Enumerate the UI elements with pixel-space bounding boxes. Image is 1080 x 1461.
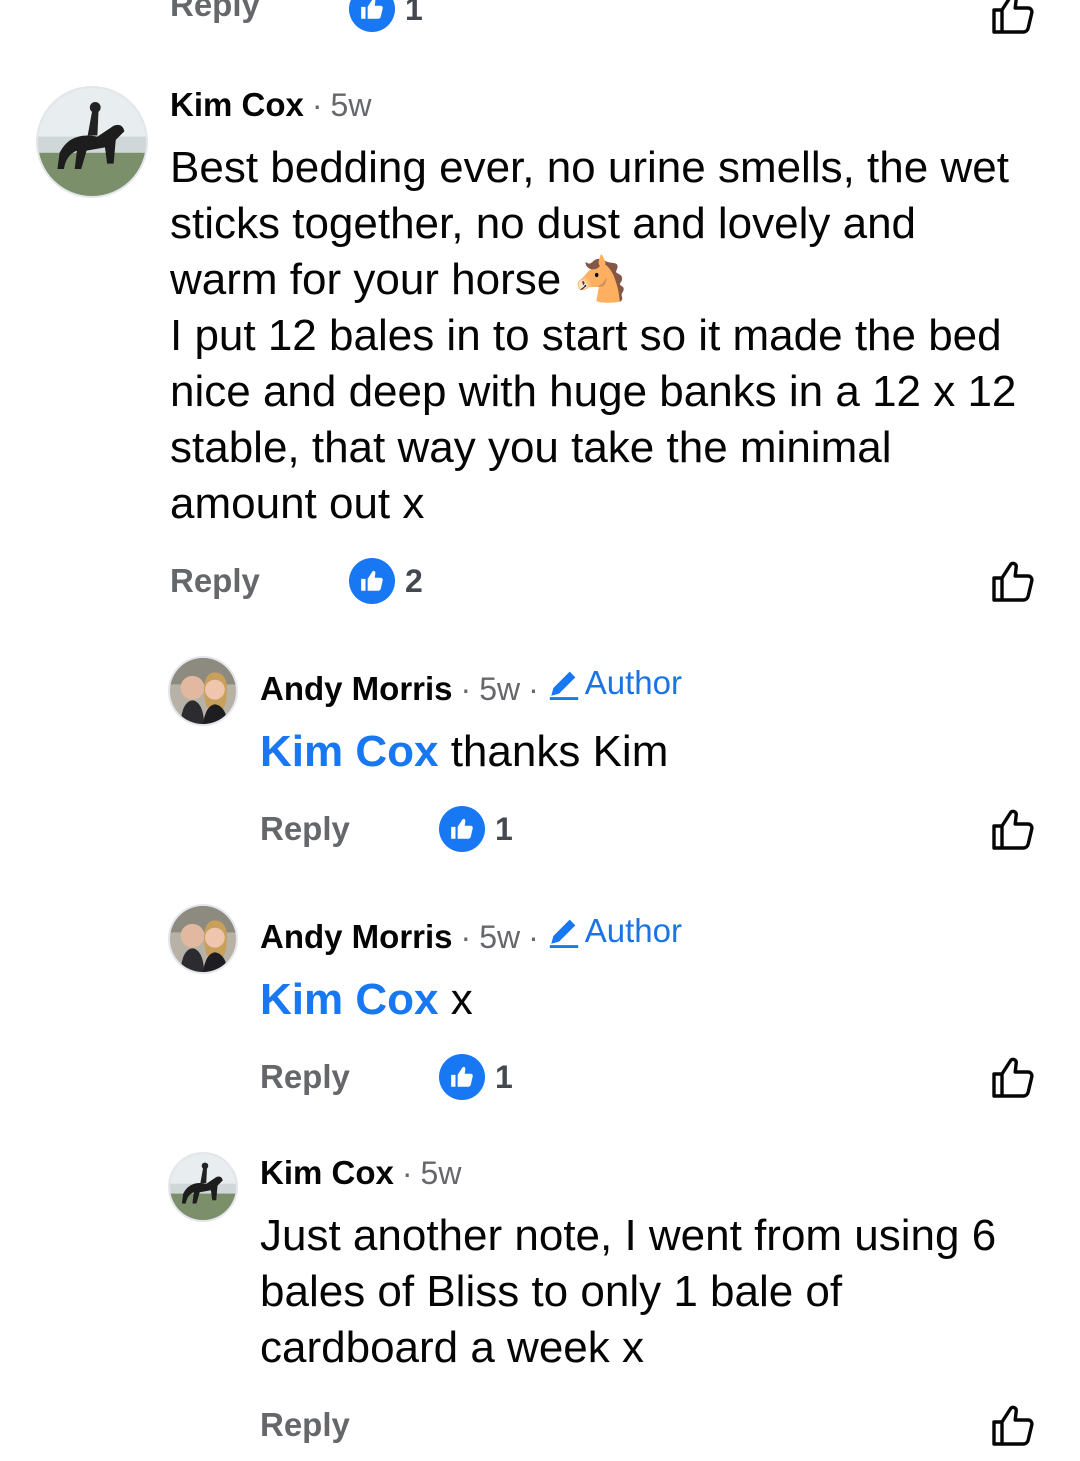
like-reaction-icon (439, 1054, 485, 1100)
separator: · (401, 1155, 413, 1191)
mention-link[interactable]: Kim Cox (260, 975, 438, 1024)
mention-link[interactable]: Kim Cox (260, 727, 438, 776)
comment-line: amount out x (170, 479, 425, 528)
thumbs-up-outline-icon[interactable] (988, 1402, 1036, 1450)
reaction-count: 1 (405, 0, 423, 27)
like-reaction-icon (349, 0, 395, 32)
comment-body: Kim Cox thanks Kim (260, 724, 1040, 780)
comment-header: Andy Morris · 5w · Author (260, 912, 682, 956)
reply-button[interactable]: Reply (260, 810, 350, 848)
separator: · (528, 919, 539, 955)
author-badge: Author (547, 912, 682, 950)
comment-line: I put 12 bales in to start so it made th… (170, 311, 1002, 360)
reply-button[interactable]: Reply (170, 562, 260, 600)
author-badge: Author (547, 664, 682, 702)
comment-text: x (438, 975, 473, 1024)
comment-time[interactable]: 5w (479, 671, 520, 708)
like-reaction-icon (349, 558, 395, 604)
comment-line: Best bedding ever, no urine smells, the … (170, 143, 1009, 192)
avatar[interactable] (168, 904, 238, 974)
thumbs-up-outline-icon[interactable] (988, 1054, 1036, 1102)
like-reaction-icon (439, 806, 485, 852)
reaction-count: 2 (405, 562, 423, 599)
avatar[interactable] (168, 1152, 238, 1222)
reaction-summary[interactable]: 1 (439, 806, 513, 852)
comment-time[interactable]: 5w (479, 919, 520, 956)
author-badge-label: Author (584, 664, 682, 701)
avatar[interactable] (36, 86, 148, 198)
comment-header: Kim Cox · 5w (170, 86, 371, 124)
author-badge-label: Author (584, 912, 682, 949)
commenter-name[interactable]: Kim Cox (170, 86, 304, 124)
comment-line: nice and deep with huge banks in a 12 x … (170, 367, 1017, 416)
comment-body: Just another note, I went from using 6 b… (260, 1208, 1050, 1376)
comment-header: Andy Morris · 5w · Author (260, 664, 682, 708)
reaction-summary[interactable]: 1 (349, 0, 423, 32)
avatar[interactable] (168, 656, 238, 726)
separator: · (311, 87, 323, 123)
separator: · (528, 671, 539, 707)
comment-line: bales of Bliss to only 1 bale of (260, 1267, 843, 1316)
commenter-name[interactable]: Kim Cox (260, 1154, 394, 1192)
comment-time[interactable]: 5w (331, 87, 372, 124)
separator: · (460, 919, 472, 955)
commenter-name[interactable]: Andy Morris (260, 670, 453, 708)
thumbs-up-outline-icon[interactable] (988, 558, 1036, 606)
comment-line: cardboard a week x (260, 1323, 644, 1372)
reaction-summary[interactable]: 2 (349, 558, 423, 604)
thumbs-up-outline-icon[interactable] (988, 0, 1036, 38)
comment-body: Kim Cox x (260, 972, 1040, 1028)
reply-button[interactable]: Reply (260, 1406, 350, 1444)
commenter-name[interactable]: Andy Morris (260, 918, 453, 956)
pencil-icon (547, 666, 581, 700)
reply-button[interactable]: Reply (170, 0, 260, 24)
comment-header: Kim Cox · 5w (260, 1154, 461, 1192)
reaction-count: 1 (495, 810, 513, 847)
comment-line: Just another note, I went from using 6 (260, 1211, 997, 1260)
comment-line: warm for your horse 🐴 (170, 255, 629, 304)
reply-button[interactable]: Reply (260, 1058, 350, 1096)
comment-text: thanks Kim (438, 727, 669, 776)
comment-time[interactable]: 5w (421, 1155, 462, 1192)
comment-line: stable, that way you take the minimal (170, 423, 892, 472)
comment-body: Best bedding ever, no urine smells, the … (170, 140, 1050, 532)
comment-line: sticks together, no dust and lovely and (170, 199, 917, 248)
pencil-icon (547, 914, 581, 948)
separator: · (460, 671, 472, 707)
reaction-count: 1 (495, 1058, 513, 1095)
thumbs-up-outline-icon[interactable] (988, 806, 1036, 854)
reaction-summary[interactable]: 1 (439, 1054, 513, 1100)
